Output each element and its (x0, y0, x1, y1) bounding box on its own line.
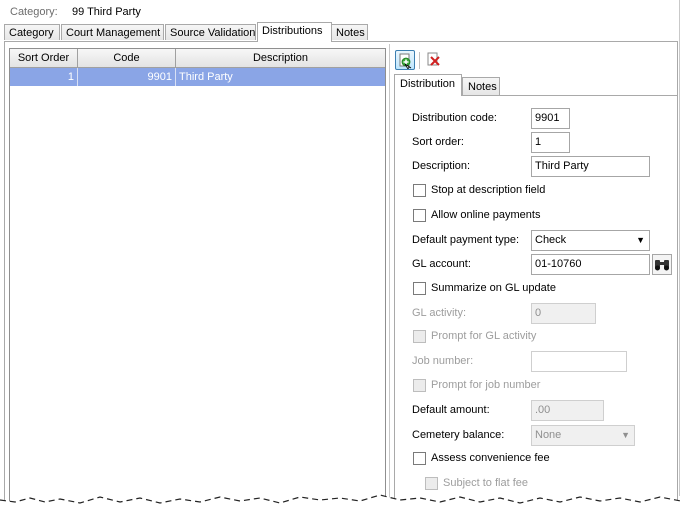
delete-red-x-icon (427, 52, 440, 66)
description-label: Description: (412, 160, 471, 172)
sort-order-field[interactable]: 1 (531, 132, 570, 153)
chevron-down-icon: ▼ (621, 430, 630, 440)
tab-source-validation[interactable]: Source Validation (165, 24, 256, 40)
column-header-description[interactable]: Description (176, 49, 385, 67)
panel-splitter[interactable] (389, 44, 390, 504)
tab-court-management[interactable]: Court Management (61, 24, 164, 40)
cell-description: Third Party (179, 71, 233, 83)
summarize-on-gl-checkbox[interactable] (413, 282, 426, 295)
default-payment-type-value: Check (535, 234, 567, 246)
chevron-down-icon: ▼ (636, 235, 645, 245)
tab-category-label: Category (9, 27, 54, 39)
tab-distributions[interactable]: Distributions (257, 22, 332, 42)
tab-category[interactable]: Category (4, 24, 60, 40)
tab-court-management-label: Court Management (66, 27, 161, 39)
description-field[interactable]: Third Party (531, 156, 650, 177)
stop-at-description-checkbox[interactable] (413, 184, 426, 197)
default-amount-field[interactable]: .00 (531, 400, 604, 421)
prompt-job-number-label: Prompt for job number (431, 379, 541, 391)
column-header-code[interactable]: Code (78, 49, 176, 67)
prompt-gl-activity-label: Prompt for GL activity (431, 330, 537, 342)
cell-sort-order: 1 (10, 68, 78, 86)
gl-account-field[interactable]: 01-10760 (531, 254, 650, 275)
default-payment-type-label: Default payment type: (412, 234, 520, 246)
cemetery-balance-label: Cemetery balance: (412, 429, 505, 441)
add-green-plus-icon (399, 53, 412, 70)
binoculars-icon (655, 260, 669, 271)
tab-source-validation-label: Source Validation (170, 27, 256, 39)
column-header-sort-order[interactable]: Sort Order (10, 49, 78, 67)
stop-at-description-label: Stop at description field (431, 184, 546, 196)
prompt-job-number-checkbox[interactable] (413, 379, 426, 392)
default-payment-type-select[interactable]: Check ▼ (531, 230, 650, 251)
distribution-code-field[interactable]: 9901 (531, 108, 570, 129)
category-value: 99 Third Party (72, 6, 141, 18)
grid-header: Sort Order Code Description (10, 49, 385, 68)
prompt-gl-activity-checkbox[interactable] (413, 330, 426, 343)
add-button[interactable] (395, 50, 415, 70)
toolbar-separator (419, 52, 420, 69)
distribution-code-label: Distribution code: (412, 112, 497, 124)
distributions-grid[interactable]: Sort Order Code Description 1 9901 Third… (9, 48, 386, 503)
assess-convenience-fee-label: Assess convenience fee (431, 452, 550, 464)
job-number-label: Job number: (412, 355, 474, 367)
cemetery-balance-value: None (535, 429, 562, 441)
sort-order-label: Sort order: (412, 136, 464, 148)
tab-distribution[interactable]: Distribution (394, 74, 462, 96)
gl-activity-label: GL activity: (412, 307, 466, 319)
tab-distributions-label: Distributions (262, 25, 323, 37)
default-amount-label: Default amount: (412, 404, 490, 416)
summarize-on-gl-label: Summarize on GL update (431, 282, 556, 294)
gl-account-lookup-button[interactable] (652, 254, 672, 275)
tab-detail-notes-label: Notes (468, 81, 497, 93)
tab-distribution-label: Distribution (400, 78, 456, 90)
torn-edge-mask (0, 494, 681, 520)
assess-convenience-fee-checkbox[interactable] (413, 452, 426, 465)
delete-button[interactable] (425, 50, 445, 70)
tab-notes-label: Notes (336, 27, 365, 39)
job-number-field[interactable] (531, 351, 627, 372)
table-row[interactable]: 1 9901 Third Party (10, 68, 385, 86)
cemetery-balance-select[interactable]: None ▼ (531, 425, 635, 446)
category-label: Category: (10, 6, 58, 18)
gl-activity-field[interactable]: 0 (531, 303, 596, 324)
gl-account-label: GL account: (412, 258, 471, 270)
tab-notes[interactable]: Notes (331, 24, 368, 40)
cell-code: 9901 (78, 68, 176, 86)
allow-online-payments-label: Allow online payments (431, 209, 541, 221)
allow-online-payments-checkbox[interactable] (413, 209, 426, 222)
tab-detail-notes[interactable]: Notes (462, 77, 500, 95)
